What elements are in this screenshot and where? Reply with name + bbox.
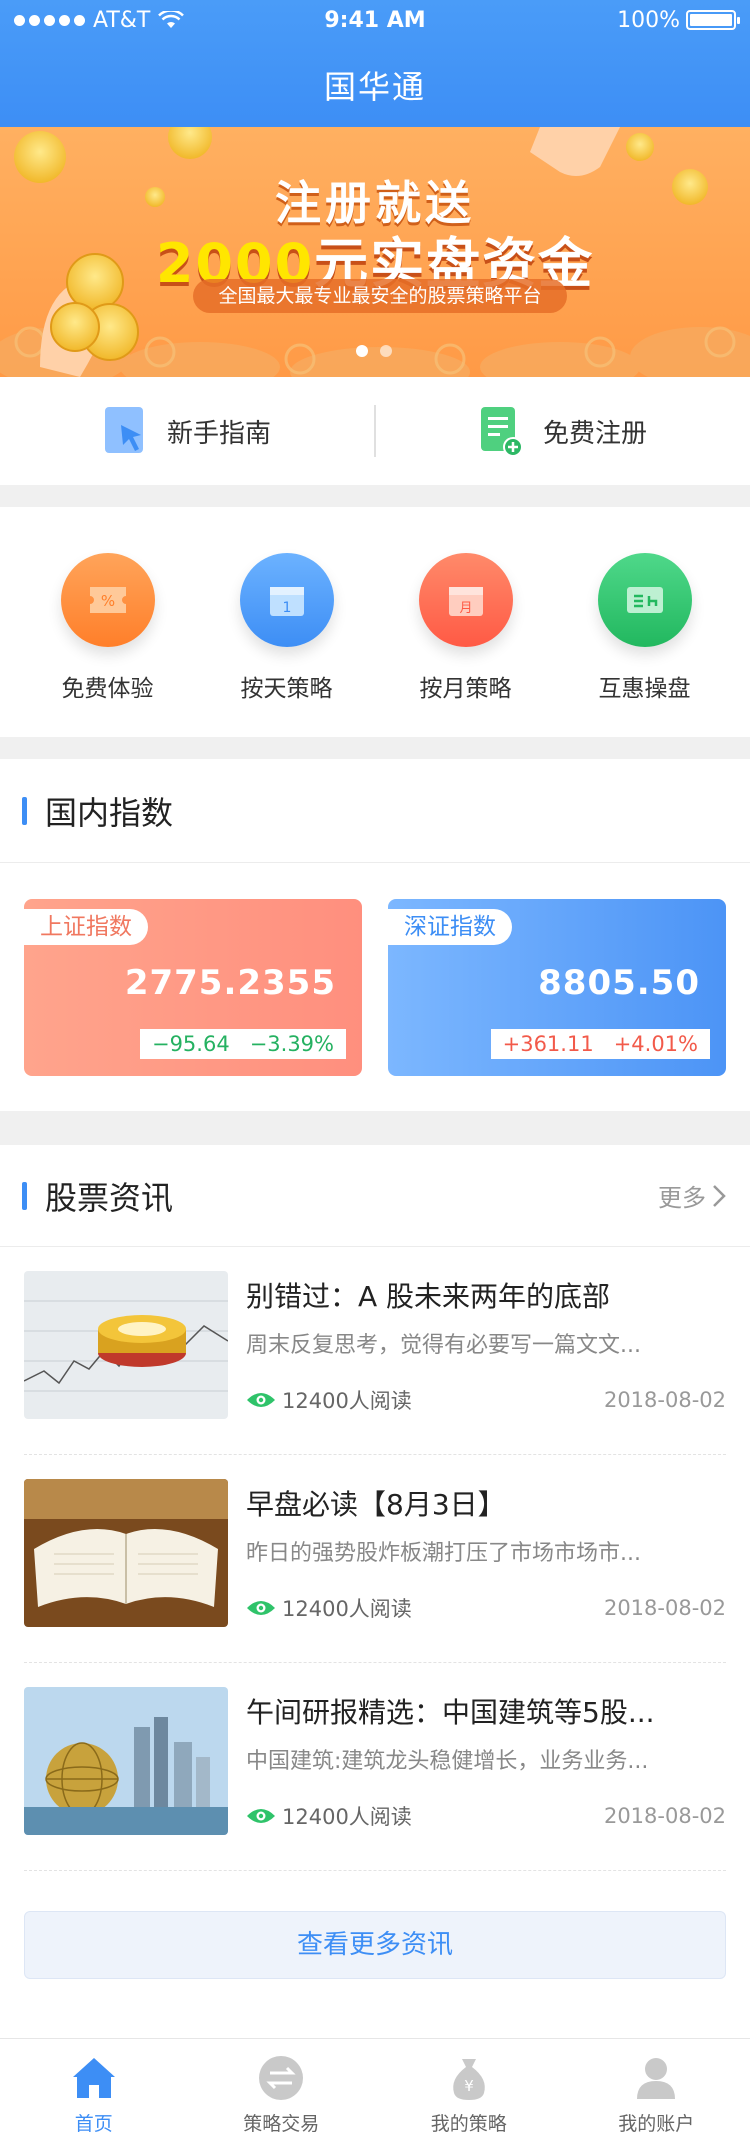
tab-label: 我的策略 xyxy=(430,2113,507,2135)
index-card-shanghai[interactable]: 上证指数 2775.2355 −95.64 −3.39% xyxy=(24,899,362,1076)
section-title: 股票资讯 xyxy=(45,1178,174,1217)
chevron-right-icon xyxy=(713,1184,726,1207)
read-count: 12400人阅读 xyxy=(282,1597,412,1621)
news-thumbnail-skyline xyxy=(24,1687,228,1835)
banner-dot[interactable] xyxy=(380,345,392,357)
svg-text:%: % xyxy=(100,592,114,610)
tab-my-strategy[interactable]: ¥ 我的策略 xyxy=(375,2039,563,2143)
app-header: AT&T 9:41 AM 100% 国华通 xyxy=(0,0,750,127)
bottom-tab-bar: 首页 策略交易 ¥ 我的策略 我的账户 xyxy=(0,2038,750,2143)
index-card-shenzhen[interactable]: 深证指数 8805.50 +361.11 +4.01% xyxy=(388,899,726,1076)
read-count: 12400人阅读 xyxy=(282,1805,412,1829)
index-percent: −3.39% xyxy=(249,1032,334,1056)
calendar-day-icon: 1 xyxy=(239,553,334,647)
news-thumbnail-book xyxy=(24,1479,228,1627)
newbie-guide-link[interactable]: 新手指南 xyxy=(0,405,374,457)
index-name: 深证指数 xyxy=(388,909,512,945)
category-free-trial[interactable]: % 免费体验 xyxy=(18,507,197,737)
guide-icon xyxy=(104,407,143,453)
user-icon xyxy=(637,2058,676,2099)
indices-section: 国内指数 上证指数 2775.2355 −95.64 −3.39% 深证指数 8… xyxy=(0,759,750,1111)
banner-subtitle: 全国最大最专业最安全的股票策略平台 xyxy=(193,279,567,313)
calendar-month-icon: 月 xyxy=(418,553,513,647)
tab-strategy-trading[interactable]: 策略交易 xyxy=(188,2039,376,2143)
eye-icon xyxy=(247,1393,275,1407)
page-title: 国华通 xyxy=(323,68,426,106)
svg-text:¥: ¥ xyxy=(464,2077,474,2095)
tab-my-account[interactable]: 我的账户 xyxy=(563,2039,750,2143)
coupon-icon: % xyxy=(60,553,155,647)
index-change: +361.11 xyxy=(502,1032,594,1056)
section-title: 国内指数 xyxy=(45,793,174,832)
news-section: 股票资讯 更多 别错过：A 股未来两年的底部 周末反复思考，觉得有必要写一篇文文… xyxy=(0,1145,750,2038)
index-value: 8805.50 xyxy=(538,963,700,1003)
category-mutual-trading[interactable]: 互惠操盘 xyxy=(555,507,734,737)
index-name: 上证指数 xyxy=(24,909,148,945)
quick-link-label: 免费注册 xyxy=(542,418,647,449)
more-link[interactable]: 更多 xyxy=(658,1178,726,1213)
section-header: 股票资讯 更多 xyxy=(0,1145,750,1247)
quick-link-label: 新手指南 xyxy=(166,418,271,449)
category-label: 按天策略 xyxy=(240,676,333,702)
index-change: −95.64 xyxy=(151,1032,230,1056)
news-date: 2018-08-02 xyxy=(603,1388,726,1412)
index-change-box: +361.11 +4.01% xyxy=(490,1029,710,1059)
category-daily-strategy[interactable]: 1 按天策略 xyxy=(197,507,376,737)
news-title: 午间研报精选：中国建筑等5股... xyxy=(246,1696,655,1729)
news-title: 别错过：A 股未来两年的底部 xyxy=(246,1280,611,1313)
category-label: 互惠操盘 xyxy=(598,676,691,702)
index-value: 2775.2355 xyxy=(124,963,336,1003)
tab-label: 策略交易 xyxy=(243,2113,320,2135)
free-register-link[interactable]: 免费注册 xyxy=(376,405,750,457)
index-percent: +4.01% xyxy=(613,1032,698,1056)
tab-label: 首页 xyxy=(74,2113,113,2135)
index-change-box: −95.64 −3.39% xyxy=(139,1029,346,1059)
money-bag-icon: ¥ xyxy=(452,2059,485,2100)
news-thumbnail-chart-chips xyxy=(24,1271,228,1419)
read-count: 12400人阅读 xyxy=(282,1389,412,1413)
tab-home[interactable]: 首页 xyxy=(0,2039,188,2143)
news-item[interactable]: 别错过：A 股未来两年的底部 周末反复思考，觉得有必要写一篇文文... 1240… xyxy=(24,1247,726,1455)
exchange-icon xyxy=(259,2056,304,2100)
home-icon xyxy=(72,2058,115,2098)
svg-text:1: 1 xyxy=(282,600,291,616)
category-grid: % 免费体验 1 按天策略 月 按月策略 互惠操盘 xyxy=(0,507,750,737)
promo-banner[interactable]: 注册就送 2000元实盘资金 全国最大最专业最安全的股票策略平台 xyxy=(0,127,750,377)
news-date: 2018-08-02 xyxy=(603,1596,726,1620)
section-accent-bar xyxy=(22,796,27,825)
exchange-card-icon xyxy=(597,553,692,647)
quick-links: 新手指南 免费注册 xyxy=(0,377,750,485)
news-desc: 中国建筑:建筑龙头稳健增长，业务业务... xyxy=(246,1749,649,1774)
news-date: 2018-08-02 xyxy=(603,1804,726,1828)
section-header: 国内指数 xyxy=(0,759,750,863)
more-label: 更多 xyxy=(658,1184,706,1212)
category-label: 按月策略 xyxy=(419,676,512,702)
register-icon xyxy=(480,407,523,457)
news-item[interactable]: 早盘必读【8月3日】 昨日的强势股炸板潮打压了市场市场市... 12400人阅读… xyxy=(24,1455,726,1663)
news-desc: 周末反复思考，觉得有必要写一篇文文... xyxy=(246,1333,641,1358)
status-time: 9:41 AM xyxy=(324,7,426,33)
svg-text:月: 月 xyxy=(459,601,472,616)
section-accent-bar xyxy=(22,1181,27,1210)
category-monthly-strategy[interactable]: 月 按月策略 xyxy=(376,507,555,737)
tab-label: 我的账户 xyxy=(618,2113,695,2135)
battery-icon xyxy=(686,10,740,30)
banner-pagination[interactable] xyxy=(356,345,392,357)
status-bar: AT&T 9:41 AM 100% xyxy=(0,0,750,40)
category-label: 免费体验 xyxy=(61,676,154,702)
news-item[interactable]: 午间研报精选：中国建筑等5股... 中国建筑:建筑龙头稳健增长，业务业务... … xyxy=(24,1663,726,1871)
eye-icon xyxy=(247,1809,275,1823)
banner-dot[interactable] xyxy=(356,345,368,357)
eye-icon xyxy=(247,1601,275,1615)
news-title: 早盘必读【8月3日】 xyxy=(246,1488,506,1521)
view-more-news-button[interactable]: 查看更多资讯 xyxy=(24,1911,726,1979)
news-desc: 昨日的强势股炸板潮打压了市场市场市... xyxy=(246,1541,641,1566)
